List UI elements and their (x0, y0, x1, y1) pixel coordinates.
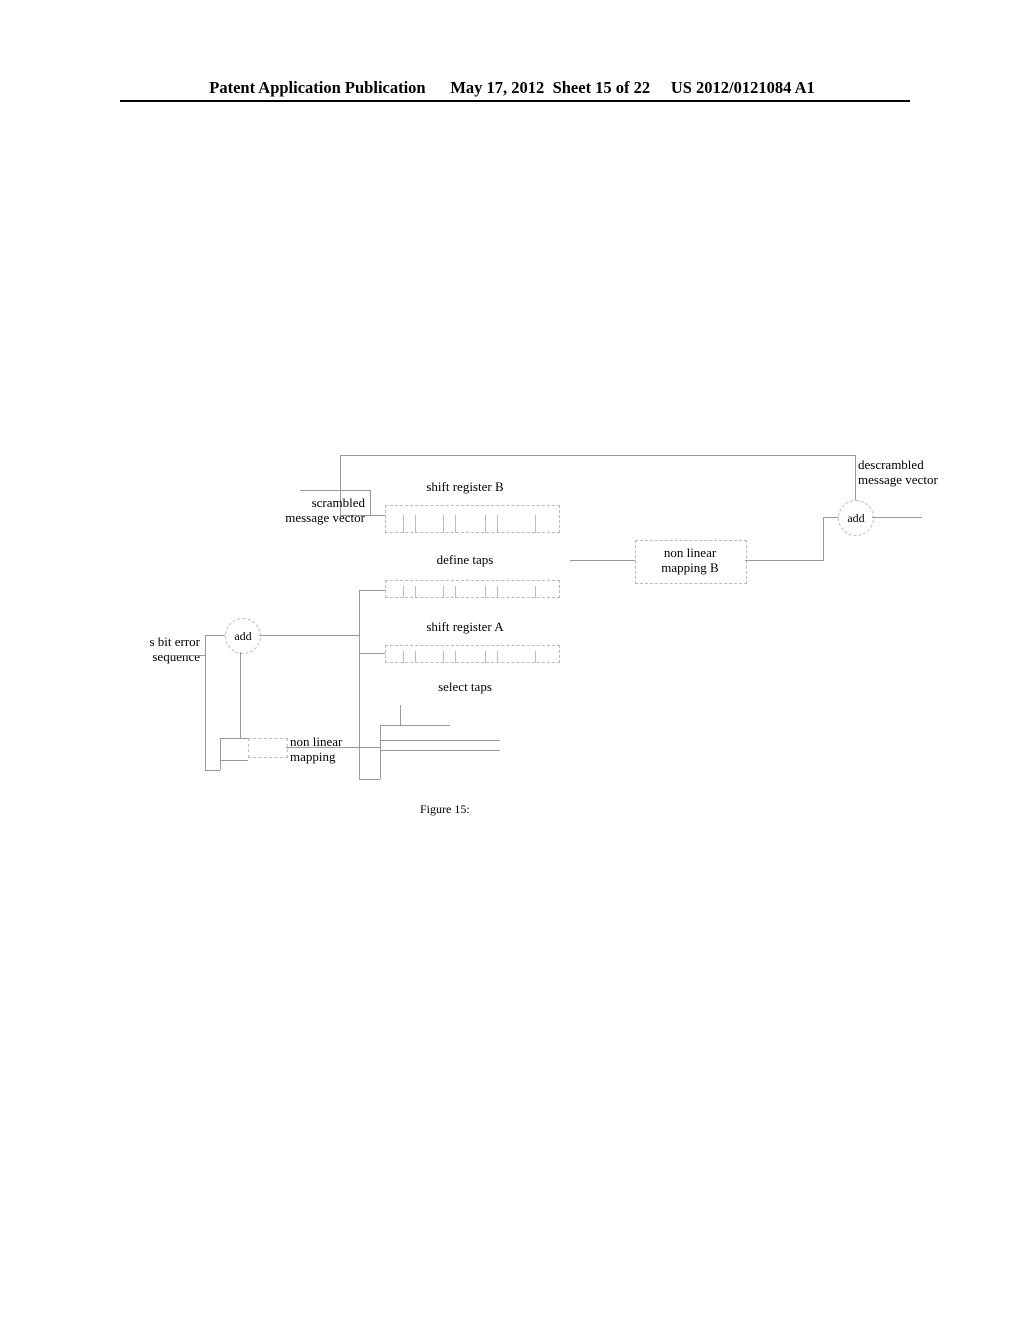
header-rule (120, 100, 910, 102)
descrambled-message-label: descrambled message vector (858, 458, 968, 488)
wire (823, 517, 838, 518)
wire (359, 590, 360, 780)
wire (380, 740, 500, 741)
sheet-number: Sheet 15 of 22 (553, 78, 651, 97)
page-header: Patent Application Publication May 17, 2… (0, 78, 1024, 98)
adder-left-label: add (234, 629, 251, 643)
wire (380, 725, 450, 726)
figure-diagram: scrambled message vector shift register … (0, 440, 1024, 840)
wire (359, 653, 385, 654)
pub-number: US 2012/0121084 A1 (671, 78, 815, 97)
wire (220, 738, 221, 770)
shift-register-a-label: shift register A (400, 620, 530, 635)
wire (220, 760, 248, 761)
wire (380, 725, 381, 779)
adder-right-label: add (847, 511, 864, 525)
wire (570, 560, 635, 561)
shift-register-b (385, 505, 560, 533)
wire (259, 635, 359, 636)
adder-right: add (838, 500, 874, 536)
figure-caption: Figure 15: (420, 802, 470, 817)
wire (205, 770, 220, 771)
wire (286, 747, 380, 748)
wire (370, 490, 371, 515)
nonlinear-mapping-label: non linear mapping (290, 735, 370, 765)
nonlinear-mapping-b-label: non linear mapping B (640, 546, 740, 576)
define-taps-register (385, 580, 560, 598)
shift-register-b-label: shift register B (400, 480, 530, 495)
wire (855, 455, 856, 500)
wire (872, 517, 922, 518)
nonlinear-mapping-box (248, 738, 288, 758)
wire (220, 738, 248, 739)
wire (359, 779, 380, 780)
wire (300, 490, 370, 491)
define-taps-label: define taps (420, 553, 510, 568)
wire (823, 517, 824, 561)
wire (359, 590, 385, 591)
shift-register-a (385, 645, 560, 663)
select-taps-label: select taps (420, 680, 510, 695)
wire (205, 635, 206, 770)
pub-date: May 17, 2012 (450, 78, 544, 97)
wire (340, 455, 855, 456)
wire (170, 655, 205, 656)
scrambled-message-label: scrambled message vector (275, 496, 365, 526)
pub-type: Patent Application Publication (209, 78, 425, 97)
s-bit-error-label: s bit error sequence (100, 635, 200, 665)
page: Patent Application Publication May 17, 2… (0, 0, 1024, 1320)
adder-left: add (225, 618, 261, 654)
wire (380, 750, 500, 751)
wire (205, 635, 225, 636)
wire (745, 560, 823, 561)
wire (400, 705, 401, 725)
wire (240, 652, 241, 738)
